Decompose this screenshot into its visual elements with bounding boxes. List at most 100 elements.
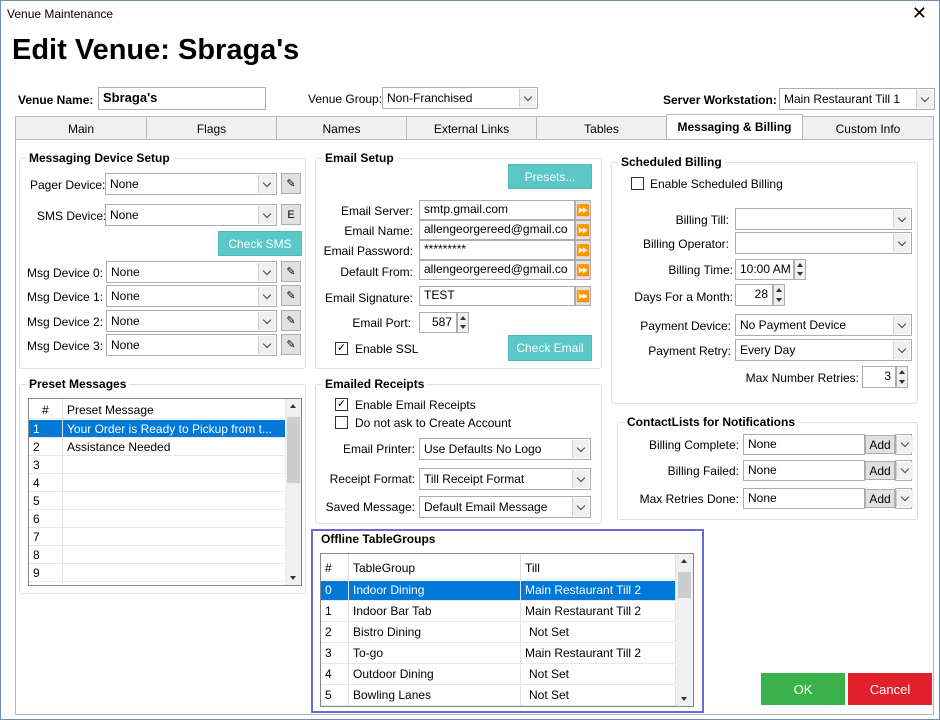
chevron-down-icon[interactable]	[893, 234, 910, 252]
sms-edit-button[interactable]: E	[281, 204, 301, 225]
billing-failed-add-button[interactable]: Add	[865, 461, 895, 480]
billing-operator-select[interactable]	[735, 232, 912, 254]
msg-device-3-send-icon[interactable]: ✎	[281, 334, 301, 355]
tab-external-links[interactable]: External Links	[406, 116, 537, 140]
close-icon[interactable]: ✕	[912, 3, 927, 24]
email-port-stepper[interactable]	[457, 312, 469, 333]
chevron-down-icon[interactable]	[893, 210, 910, 228]
table-row[interactable]: 3 To-go Main Restaurant Till 2	[321, 644, 676, 664]
scroll-up-icon[interactable]	[290, 404, 296, 408]
billing-complete-dropdown[interactable]	[895, 434, 913, 455]
table-row[interactable]: 0 Indoor Dining Main Restaurant Till 2	[321, 581, 676, 601]
chevron-down-icon[interactable]	[896, 436, 913, 453]
table-row[interactable]: 8	[29, 546, 286, 564]
tab-flags[interactable]: Flags	[146, 116, 277, 140]
chevron-down-icon[interactable]	[572, 498, 589, 516]
chevron-down-icon[interactable]	[258, 263, 275, 281]
billing-till-select[interactable]	[735, 208, 912, 230]
chevron-down-icon[interactable]	[572, 470, 589, 488]
tab-tables[interactable]: Tables	[536, 116, 667, 140]
presets-button[interactable]: Presets...	[508, 164, 592, 189]
chevron-down-icon[interactable]	[896, 490, 913, 507]
payment-retry-select[interactable]: Every Day	[735, 339, 912, 361]
chevron-down-icon[interactable]	[893, 341, 910, 359]
spin-up-icon[interactable]	[776, 288, 782, 292]
enable-ssl-checkbox[interactable]: ✓	[335, 342, 348, 355]
pager-device-select[interactable]: None	[105, 173, 277, 195]
email-password-arrow-icon[interactable]: ⏩	[575, 240, 591, 260]
scroll-thumb[interactable]	[678, 572, 691, 598]
preset-messages-grid[interactable]: # Preset Message 1 Your Order is Ready t…	[28, 398, 302, 586]
days-month-input[interactable]: 28	[735, 284, 773, 306]
msg-device-2-send-icon[interactable]: ✎	[281, 310, 301, 331]
billing-complete-input[interactable]: None	[743, 434, 865, 455]
default-from-arrow-icon[interactable]: ⏩	[575, 260, 591, 280]
billing-time-stepper[interactable]	[794, 259, 806, 280]
receipt-format-select[interactable]: Till Receipt Format	[419, 468, 591, 490]
table-row[interactable]: 9	[29, 564, 286, 582]
scroll-down-icon[interactable]	[290, 576, 296, 580]
table-row[interactable]: 5	[29, 492, 286, 510]
chevron-down-icon[interactable]	[572, 440, 589, 458]
payment-device-select[interactable]: No Payment Device	[735, 314, 912, 336]
table-row[interactable]: 7	[29, 528, 286, 546]
max-retries-done-input[interactable]: None	[743, 488, 865, 509]
saved-message-select[interactable]: Default Email Message	[419, 496, 591, 518]
venue-name-input[interactable]: Sbraga's	[98, 87, 266, 110]
table-row[interactable]: 6	[29, 510, 286, 528]
chevron-down-icon[interactable]	[258, 312, 275, 330]
msg-device-1-select[interactable]: None	[106, 285, 277, 307]
table-row[interactable]: 4 Outdoor Dining Not Set	[321, 665, 676, 685]
table-row[interactable]: 2 Bistro Dining Not Set	[321, 623, 676, 643]
email-server-input[interactable]: smtp.gmail.com	[419, 200, 575, 220]
scroll-thumb[interactable]	[287, 417, 300, 483]
email-name-input[interactable]: allengeorgereed@gmail.co	[419, 220, 575, 240]
pager-send-icon[interactable]: ✎	[281, 173, 301, 194]
check-email-button[interactable]: Check Email	[508, 335, 592, 361]
no-create-account-checkbox[interactable]	[335, 416, 348, 429]
billing-complete-add-button[interactable]: Add	[865, 435, 895, 454]
ok-button[interactable]: OK	[761, 673, 845, 705]
max-retries-stepper[interactable]	[896, 366, 908, 388]
chevron-down-icon[interactable]	[258, 175, 275, 193]
msg-device-2-select[interactable]: None	[106, 310, 277, 332]
venue-group-select[interactable]: Non-Franchised	[382, 87, 538, 109]
max-retries-done-dropdown[interactable]	[895, 488, 913, 509]
scroll-up-icon[interactable]	[681, 559, 687, 563]
offline-tablegroups-grid[interactable]: # TableGroup Till 0 Indoor Dining Main R…	[320, 553, 694, 707]
msg-device-3-select[interactable]: None	[106, 334, 277, 356]
chevron-down-icon[interactable]	[258, 206, 275, 224]
billing-time-input[interactable]: 10:00 AM	[735, 259, 794, 280]
spin-up-icon[interactable]	[797, 262, 803, 267]
msg-device-0-send-icon[interactable]: ✎	[281, 261, 301, 282]
chevron-down-icon[interactable]	[896, 462, 913, 479]
offline-scrollbar[interactable]	[676, 554, 693, 706]
tab-names[interactable]: Names	[276, 116, 407, 140]
enable-scheduled-billing-checkbox[interactable]	[631, 177, 644, 190]
scroll-down-icon[interactable]	[681, 697, 687, 701]
email-port-input[interactable]: 587	[419, 312, 457, 333]
spin-down-icon[interactable]	[797, 272, 803, 277]
days-month-stepper[interactable]	[773, 284, 785, 306]
max-retries-done-add-button[interactable]: Add	[865, 489, 895, 508]
table-row[interactable]: 1 Your Order is Ready to Pickup from t..…	[29, 420, 286, 438]
email-name-arrow-icon[interactable]: ⏩	[575, 220, 591, 240]
tab-main[interactable]: Main	[15, 116, 147, 140]
email-printer-select[interactable]: Use Defaults No Logo	[419, 438, 591, 460]
spin-down-icon[interactable]	[899, 380, 905, 384]
table-row[interactable]: 3	[29, 456, 286, 474]
billing-failed-dropdown[interactable]	[895, 460, 913, 481]
preset-scrollbar[interactable]	[285, 399, 301, 585]
tab-custom-info[interactable]: Custom Info	[802, 116, 934, 140]
chevron-down-icon[interactable]	[258, 336, 275, 354]
table-row[interactable]: 4	[29, 474, 286, 492]
enable-email-receipts-checkbox[interactable]: ✓	[335, 398, 348, 411]
msg-device-1-send-icon[interactable]: ✎	[281, 285, 301, 306]
email-password-input[interactable]: *********	[419, 240, 575, 260]
chevron-down-icon[interactable]	[893, 316, 910, 334]
default-from-input[interactable]: allengeorgereed@gmail.co	[419, 260, 575, 280]
table-row[interactable]: 5 Bowling Lanes Not Set	[321, 686, 676, 706]
spin-up-icon[interactable]	[899, 370, 905, 374]
billing-failed-input[interactable]: None	[743, 460, 865, 481]
tab-messaging-billing[interactable]: Messaging & Billing	[666, 114, 803, 140]
